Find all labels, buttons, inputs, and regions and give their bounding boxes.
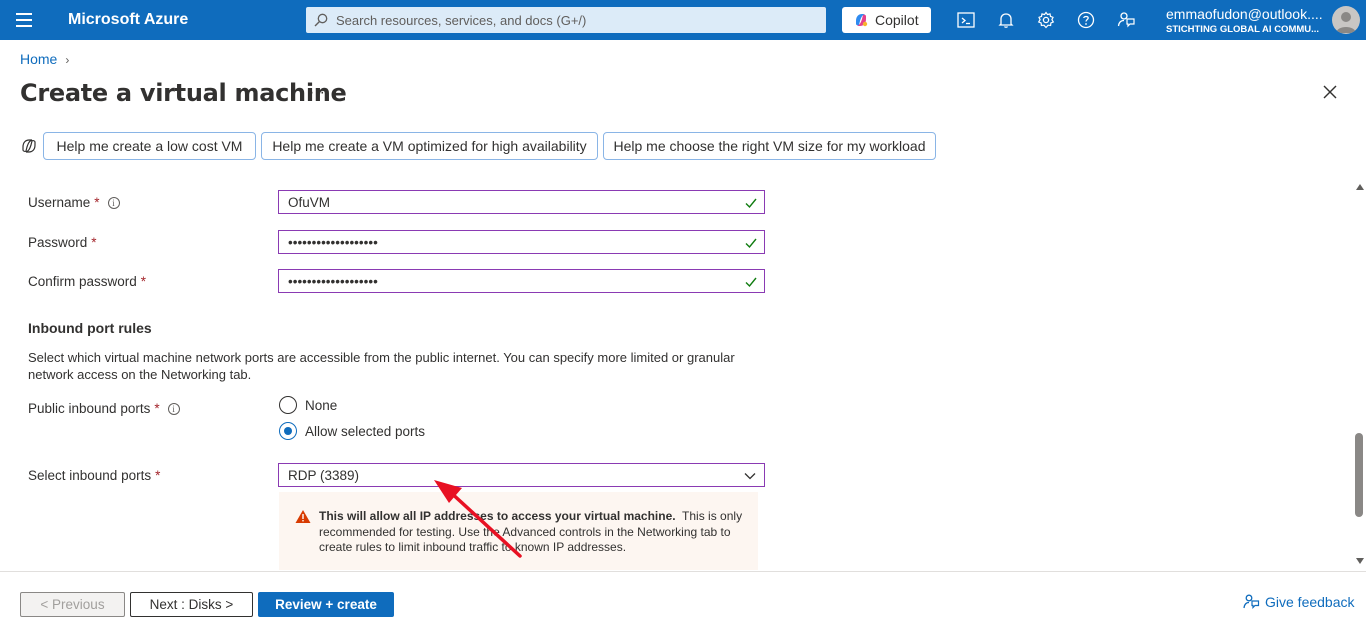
checkmark-icon (745, 277, 757, 288)
top-bar: Microsoft Azure Copilot emmaofudon@outlo… (0, 0, 1366, 40)
required-mark: * (140, 274, 147, 289)
password-value: ••••••••••••••••••• (288, 235, 378, 250)
bell-icon[interactable] (996, 10, 1016, 30)
required-mark: * (94, 195, 100, 210)
select-inbound-ports-label: Select inbound ports * (28, 468, 160, 483)
warning-banner: This will allow all IP addresses to acce… (279, 492, 758, 570)
account-info[interactable]: emmaofudon@outlook.... STICHTING GLOBAL … (1166, 6, 1326, 35)
terminal-icon[interactable] (956, 10, 976, 30)
select-inbound-ports-label-text: Select inbound ports (28, 468, 152, 483)
search-input[interactable] (336, 7, 816, 33)
footer-bar: < Previous Next : Disks > Review + creat… (0, 571, 1366, 641)
copilot-icon (856, 14, 868, 27)
search-icon (314, 13, 328, 27)
previous-button[interactable]: < Previous (20, 592, 125, 617)
info-icon[interactable]: i (107, 197, 120, 210)
warning-text: This will allow all IP addresses to acce… (319, 509, 749, 556)
breadcrumb-home[interactable]: Home (20, 51, 57, 67)
password-label-text: Password (28, 235, 88, 250)
global-search[interactable] (306, 7, 826, 33)
warning-bold-text: This will allow all IP addresses to acce… (319, 509, 676, 523)
scrollbar-thumb[interactable] (1355, 433, 1363, 517)
vertical-scrollbar[interactable] (1352, 180, 1366, 568)
scroll-down-icon[interactable] (1356, 558, 1364, 564)
chevron-right-icon: › (65, 53, 70, 67)
username-label: Username * i (28, 195, 120, 210)
review-create-button[interactable]: Review + create (258, 592, 394, 617)
confirm-password-label-text: Confirm password (28, 274, 137, 289)
copilot-label: Copilot (875, 12, 919, 28)
close-icon[interactable] (1320, 82, 1340, 102)
next-disks-button[interactable]: Next : Disks > (130, 592, 253, 617)
required-mark: * (154, 401, 160, 416)
help-icon[interactable] (1076, 10, 1096, 30)
prompt-low-cost-vm-button[interactable]: Help me create a low cost VM (43, 132, 256, 160)
warning-icon (295, 510, 311, 523)
more-options-button[interactable]: ··· (309, 84, 325, 102)
radio-none[interactable] (279, 396, 297, 414)
password-field[interactable]: ••••••••••••••••••• (278, 230, 765, 254)
inbound-rules-heading: Inbound port rules (28, 320, 152, 336)
checkmark-icon (745, 198, 757, 209)
username-field[interactable]: OfuVM (278, 190, 765, 214)
required-mark: * (155, 468, 161, 483)
breadcrumb: Home › (20, 51, 69, 67)
inbound-ports-value: RDP (3389) (288, 468, 360, 483)
confirm-password-field[interactable]: ••••••••••••••••••• (278, 269, 765, 293)
menu-icon[interactable] (16, 13, 32, 27)
username-label-text: Username (28, 195, 91, 210)
person-icon (1336, 12, 1356, 33)
copilot-icon (22, 139, 36, 153)
inbound-rules-description: Select which virtual machine network por… (28, 350, 735, 382)
feedback-icon (1243, 594, 1260, 609)
radio-allow-selected-ports[interactable] (279, 422, 297, 440)
user-email: emmaofudon@outlook.... (1166, 6, 1323, 22)
password-label: Password * (28, 235, 97, 250)
username-value: OfuVM (288, 195, 331, 210)
inbound-ports-dropdown[interactable]: RDP (3389) (278, 463, 765, 487)
public-inbound-ports-label-text: Public inbound ports (28, 401, 151, 416)
public-inbound-ports-label: Public inbound ports * i (28, 401, 180, 416)
copilot-button[interactable]: Copilot (842, 7, 931, 33)
gear-icon[interactable] (1036, 10, 1056, 30)
feedback-icon[interactable] (1116, 10, 1136, 30)
scroll-up-icon[interactable] (1356, 184, 1364, 190)
user-organization: STICHTING GLOBAL AI COMMU... (1166, 24, 1320, 35)
avatar[interactable] (1332, 6, 1360, 34)
give-feedback-label: Give feedback (1265, 594, 1355, 610)
required-mark: * (91, 235, 97, 250)
page-title: Create a virtual machine (20, 79, 347, 107)
confirm-password-label: Confirm password * (28, 274, 146, 289)
info-icon[interactable]: i (167, 403, 180, 416)
chevron-down-icon (744, 473, 756, 480)
prompt-vm-size-button[interactable]: Help me choose the right VM size for my … (603, 132, 936, 160)
confirm-password-value: ••••••••••••••••••• (288, 274, 378, 289)
brand-title[interactable]: Microsoft Azure (68, 11, 188, 29)
radio-allow-selected-ports-label[interactable]: Allow selected ports (305, 424, 425, 439)
checkmark-icon (745, 238, 757, 249)
prompt-high-availability-button[interactable]: Help me create a VM optimized for high a… (261, 132, 598, 160)
radio-none-label[interactable]: None (305, 398, 337, 413)
